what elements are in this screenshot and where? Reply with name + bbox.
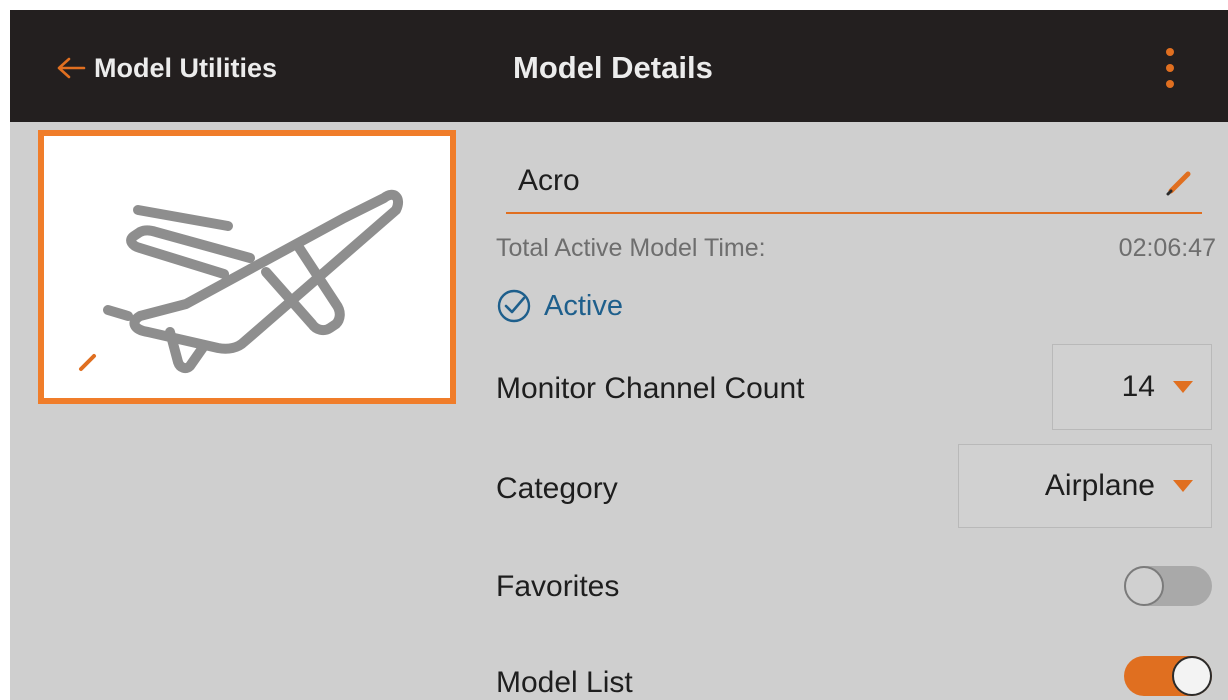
arrow-left-icon bbox=[57, 57, 86, 79]
back-label: Model Utilities bbox=[94, 52, 278, 83]
back-button[interactable]: Model Utilities bbox=[56, 48, 277, 88]
toggle-knob bbox=[1124, 566, 1164, 606]
monitor-channel-count-label: Monitor Channel Count bbox=[496, 372, 805, 405]
model-list-toggle[interactable] bbox=[1124, 656, 1212, 696]
monitor-channel-count-dropdown[interactable]: 14 bbox=[1052, 344, 1212, 430]
model-name-field[interactable]: Acro bbox=[506, 150, 1202, 214]
model-name-value: Acro bbox=[518, 164, 580, 197]
app-screen: Model Utilities Model Details Acro Total… bbox=[10, 10, 1228, 700]
category-value: Airplane bbox=[1044, 469, 1155, 502]
toggle-knob bbox=[1172, 656, 1212, 696]
caret-down-icon bbox=[1173, 381, 1193, 393]
check-circle-icon bbox=[497, 289, 531, 323]
pencil-icon[interactable] bbox=[78, 350, 100, 372]
more-vertical-icon bbox=[1166, 48, 1174, 88]
header-bar: Model Utilities Model Details bbox=[10, 10, 1228, 122]
airplane-icon bbox=[103, 189, 404, 374]
model-list-label: Model List bbox=[496, 666, 633, 699]
active-time-label: Total Active Model Time: bbox=[496, 234, 766, 262]
category-dropdown[interactable]: Airplane bbox=[958, 444, 1212, 528]
caret-down-icon bbox=[1173, 480, 1193, 492]
category-label: Category bbox=[496, 472, 618, 505]
pencil-icon[interactable] bbox=[1164, 166, 1196, 198]
page-title: Model Details bbox=[513, 50, 713, 85]
model-image-button[interactable] bbox=[38, 130, 456, 404]
favorites-label: Favorites bbox=[496, 570, 620, 603]
active-status: Active bbox=[496, 288, 623, 324]
active-time-value: 02:06:47 bbox=[1118, 234, 1216, 262]
active-status-label: Active bbox=[544, 289, 623, 322]
favorites-toggle[interactable] bbox=[1124, 566, 1212, 606]
more-menu-button[interactable] bbox=[1150, 40, 1190, 96]
monitor-channel-count-value: 14 bbox=[1121, 370, 1155, 403]
